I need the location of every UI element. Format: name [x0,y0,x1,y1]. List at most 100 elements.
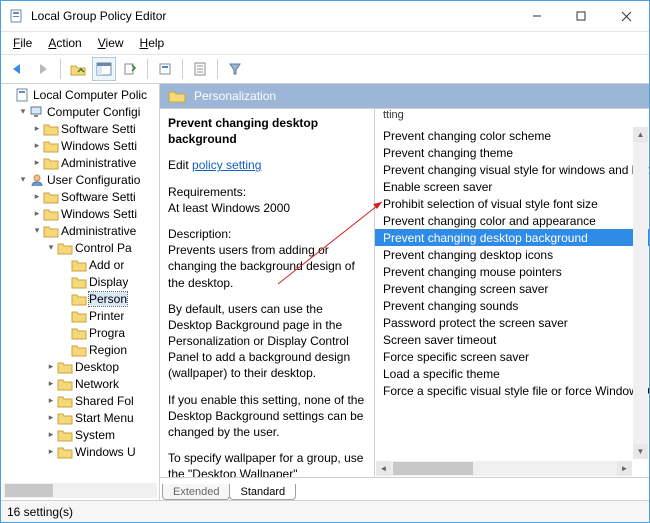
maximize-button[interactable] [559,1,603,31]
edit-link-line: Edit policy setting [168,157,366,173]
back-button[interactable] [5,57,29,81]
menu-view[interactable]: View [92,34,130,52]
list-item[interactable]: Prevent changing sounds [375,297,649,314]
split-view: Prevent changing desktop background Edit… [160,108,649,477]
list-item[interactable]: Force a specific visual style file or fo… [375,382,649,399]
tree-pane[interactable]: Local Computer Polic▾Computer Configi ▸ So… [1,84,160,500]
tree-item[interactable]: ▸Software Setti [3,188,159,205]
tree-twisty-icon[interactable]: ▸ [45,378,57,389]
tree-twisty-icon[interactable]: ▸ [45,446,57,457]
menu-help[interactable]: Help [134,34,171,52]
tree-item[interactable]: ▸Start Menu [3,409,159,426]
tree-item[interactable]: Person [3,290,159,307]
properties-button[interactable] [188,57,212,81]
tree-item-label: Network [75,377,119,391]
scroll-up-icon[interactable]: ▲ [633,127,648,142]
tree-twisty-icon[interactable]: ▸ [31,157,43,168]
filter-button[interactable] [223,57,247,81]
tree-item[interactable]: Display [3,273,159,290]
list-item[interactable]: Prevent changing color and appearance [375,212,649,229]
toolbar-separator [147,59,148,79]
minimize-button[interactable] [515,1,559,31]
list-item[interactable]: Prevent changing color scheme [375,127,649,144]
list-item[interactable]: Password protect the screen saver [375,314,649,331]
user-icon [29,173,45,187]
tree-twisty-icon[interactable]: ▾ [17,106,29,117]
tree-twisty-icon[interactable]: ▸ [45,361,57,372]
list-horizontal-scrollbar[interactable]: ◄ ► [376,461,632,476]
tree-twisty-icon[interactable]: ▸ [31,208,43,219]
tree-twisty-icon[interactable]: ▾ [45,242,57,253]
list-item[interactable]: Prevent changing desktop background [375,229,649,246]
tree-item[interactable]: ▾Computer Configi [3,103,159,120]
tree-item-label: System [75,428,115,442]
list-item[interactable]: Prevent changing theme [375,144,649,161]
tree-item-label: Region [89,343,127,357]
folder-icon [57,411,73,425]
close-button[interactable] [603,1,649,31]
list-item[interactable]: Prevent changing mouse pointers [375,263,649,280]
forward-button[interactable] [31,57,55,81]
tree-item-label: Administrative [61,156,136,170]
tree-item[interactable]: ▸Shared Fol [3,392,159,409]
tree-twisty-icon[interactable]: ▾ [17,174,29,185]
folder-icon [43,224,59,238]
tree-item[interactable]: Progra [3,324,159,341]
scroll-left-icon[interactable]: ◄ [376,461,391,476]
up-button[interactable] [66,57,90,81]
tree-twisty-icon[interactable]: ▸ [45,412,57,423]
tree-twisty-icon[interactable]: ▸ [31,191,43,202]
tree-horizontal-scrollbar[interactable] [3,483,157,498]
window: Local Group Policy Editor File Action Vi… [0,0,650,523]
menu-file[interactable]: File [7,34,38,52]
scrollbar-thumb[interactable] [393,462,473,475]
edit-policy-link[interactable]: policy setting [192,158,261,172]
tree-item[interactable]: ▸ Windows Setti [3,205,159,222]
folder-icon [71,292,87,306]
tree-item[interactable]: ▸Windows U [3,443,159,460]
settings-list[interactable]: tting Prevent changing color schemePreve… [375,109,649,477]
column-header-setting[interactable]: tting [375,109,649,125]
tree-item[interactable]: Region [3,341,159,358]
tree-twisty-icon[interactable]: ▸ [31,140,43,151]
list-item[interactable]: Prevent changing desktop icons [375,246,649,263]
tree-item[interactable]: ▾Administrative [3,222,159,239]
tree-item[interactable]: ▸Windows Setti [3,137,159,154]
tree-item[interactable]: ▾User Configuratio [3,171,159,188]
export-button[interactable] [118,57,142,81]
tree-item-label: Software Setti [61,122,136,136]
menubar: File Action View Help [1,32,649,55]
tree-item-label: Windows Setti [61,207,137,221]
tree-item[interactable]: ▸ Software Setti [3,120,159,137]
scroll-right-icon[interactable]: ► [617,461,632,476]
tree-item[interactable]: ▸ Network [3,375,159,392]
tab-extended[interactable]: Extended [162,484,230,500]
tree-item[interactable]: Local Computer Polic [3,86,159,103]
list-item[interactable]: Load a specific theme [375,365,649,382]
tree-item[interactable]: ▸Desktop [3,358,159,375]
tab-standard[interactable]: Standard [229,484,296,500]
refresh-button[interactable] [153,57,177,81]
app-icon [9,8,25,24]
tree-twisty-icon[interactable]: ▸ [31,123,43,134]
scroll-down-icon[interactable]: ▼ [633,444,648,459]
folder-icon [57,360,73,374]
tree-item[interactable]: ▸ Administrative [3,154,159,171]
list-vertical-scrollbar[interactable]: ▲ ▼ [633,127,648,459]
tree-twisty-icon[interactable]: ▸ [45,395,57,406]
scrollbar-thumb[interactable] [5,484,53,497]
tree-twisty-icon[interactable]: ▸ [45,429,57,440]
menu-action[interactable]: Action [42,34,87,52]
list-item[interactable]: Prevent changing screen saver [375,280,649,297]
show-hide-tree-button[interactable] [92,57,116,81]
tree-item[interactable]: Printer [3,307,159,324]
list-item[interactable]: Force specific screen saver [375,348,649,365]
tree-item[interactable]: Add or [3,256,159,273]
tree-item[interactable]: ▾Control Pa [3,239,159,256]
list-item[interactable]: Prohibit selection of visual style font … [375,195,649,212]
list-item[interactable]: Enable screen saver [375,178,649,195]
list-item[interactable]: Prevent changing visual style for window… [375,161,649,178]
tree-item[interactable]: ▸ System [3,426,159,443]
list-item[interactable]: Screen saver timeout [375,331,649,348]
tree-twisty-icon[interactable]: ▾ [31,225,43,236]
